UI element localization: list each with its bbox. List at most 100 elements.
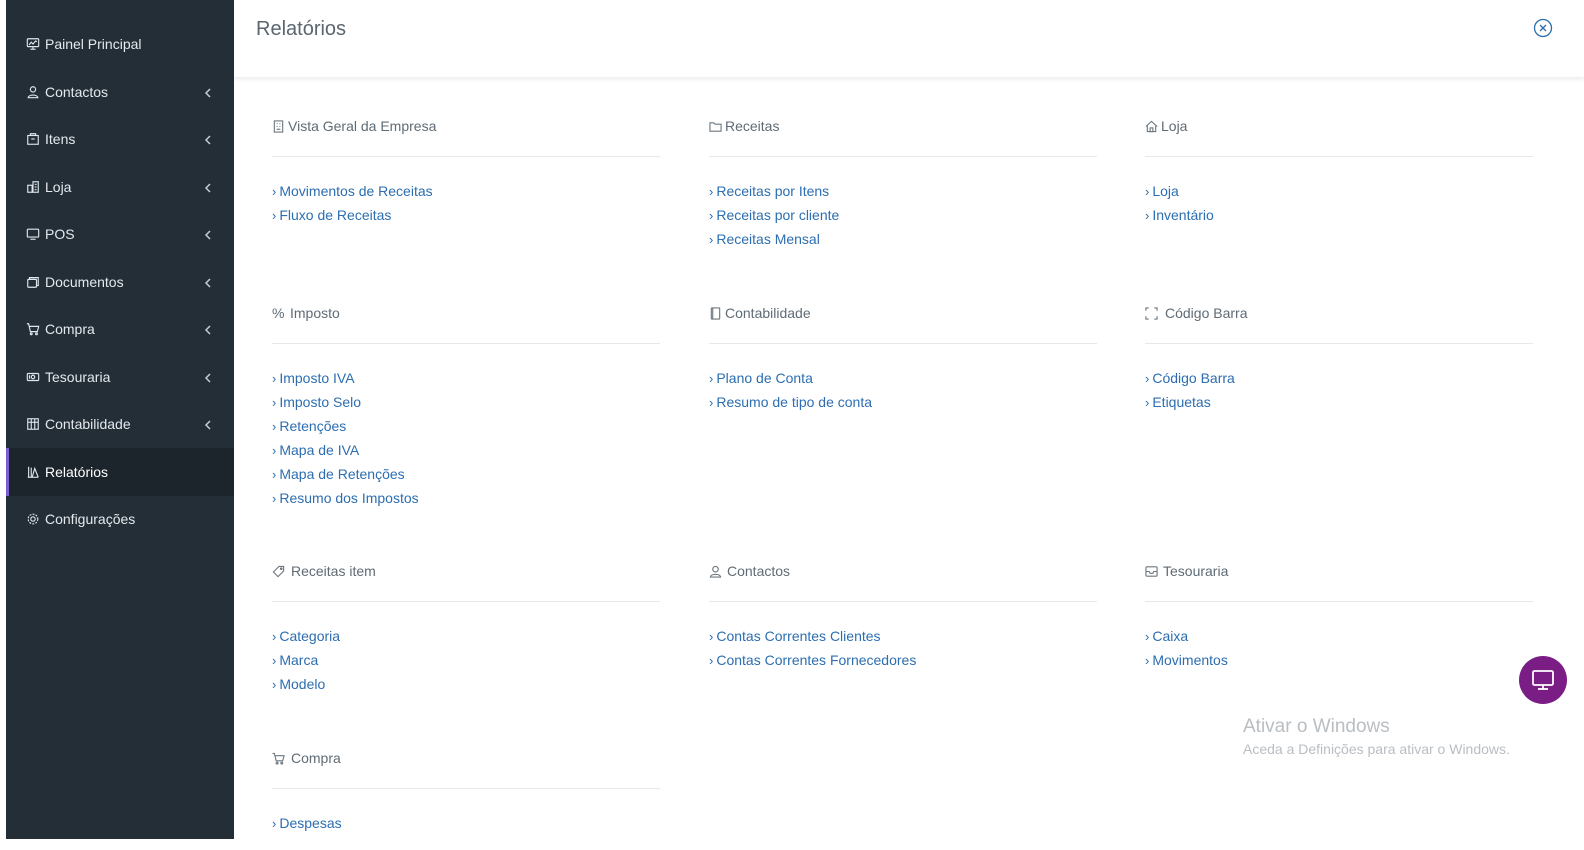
report-link[interactable]: › Plano de Conta [709,366,872,390]
report-link[interactable]: › Movimentos [1145,648,1228,672]
report-link[interactable]: › Fluxo de Receitas [272,203,433,227]
chevron-right-icon: › [709,371,714,386]
users-icon [25,84,41,100]
report-link-label: Fluxo de Receitas [279,207,392,223]
sidebar-item-label: Contactos [45,84,109,100]
reports-icon [25,464,41,480]
report-link[interactable]: › Marca [272,648,340,672]
chevron-right-icon: › [272,208,277,223]
section-header: Loja [1145,116,1187,136]
report-link[interactable]: › Despesas [272,811,342,835]
ledger-icon [25,416,41,432]
chevron-right-icon: › [272,419,277,434]
cart-icon [25,321,41,337]
report-link[interactable]: › Receitas Mensal [709,227,839,251]
link-list: › Plano de Conta › Resumo de tipo de conta [709,366,872,414]
divider [272,156,660,157]
report-link[interactable]: › Categoria [272,624,340,648]
sidebar-item-contactos[interactable]: Contactos [6,68,234,116]
report-link-label: Loja [1152,183,1179,199]
chevron-left-icon [204,275,216,288]
report-link[interactable]: › Imposto Selo [272,390,419,414]
chevron-right-icon: › [1145,208,1150,223]
sidebar-item-label: Loja [45,179,72,195]
sidebar-item-label: Itens [45,131,76,147]
report-link[interactable]: › Modelo [272,672,340,696]
header: Relatórios [234,0,1584,78]
report-link-label: Mapa de Retenções [279,466,405,482]
divider [272,788,660,789]
sidebar-item-loja[interactable]: Loja [6,163,234,211]
sidebar-item-documentos[interactable]: Documentos [6,258,234,306]
sidebar-item-tesouraria[interactable]: Tesouraria [6,353,234,401]
report-link[interactable]: › Receitas por cliente [709,203,839,227]
bottom-edge [0,839,1584,850]
monitor-icon [25,226,41,242]
chevron-right-icon: › [1145,629,1150,644]
report-link[interactable]: › Inventário [1145,203,1214,227]
cart-icon [272,751,286,765]
box-icon [25,131,41,147]
section-title: Código Barra [1165,305,1248,321]
chevron-right-icon: › [272,443,277,458]
link-list: › Contas Correntes Clientes › Contas Corre… [709,624,916,672]
report-link[interactable]: › Loja [1145,179,1214,203]
chevron-left-icon [204,417,216,430]
report-link[interactable]: › Resumo de tipo de conta [709,390,872,414]
monitor-icon[interactable] [1519,656,1567,704]
chevron-right-icon: › [1145,371,1150,386]
report-link[interactable]: › Receitas por Itens [709,179,839,203]
percent-icon: % [272,305,285,321]
report-link-label: Plano de Conta [716,370,813,386]
building-icon [272,119,286,133]
report-link[interactable]: › Imposto IVA [272,366,419,390]
sidebar: Painel Principal Contactos Itens Loja PO… [6,0,234,839]
report-link-label: Receitas Mensal [716,231,820,247]
chevron-right-icon: › [709,184,714,199]
close-icon[interactable] [1533,18,1553,38]
link-list: › Movimentos de Receitas › Fluxo de Receit… [272,179,433,227]
sidebar-item-relatorios[interactable]: Relatórios [6,448,234,496]
report-link[interactable]: › Contas Correntes Fornecedores [709,648,916,672]
sidebar-item-contabilidade[interactable]: Contabilidade [6,400,234,448]
divider [1145,343,1533,344]
section-title: Contactos [727,563,791,579]
report-link[interactable]: › Retenções [272,414,419,438]
money-icon [25,369,41,385]
section-header: Contabilidade [709,303,811,323]
sidebar-item-compra[interactable]: Compra [6,305,234,353]
sidebar-item-painel-principal[interactable]: Painel Principal [6,20,234,68]
divider [709,343,1097,344]
sidebar-item-configuracoes[interactable]: Configurações [6,495,234,543]
report-link-label: Despesas [279,815,342,831]
sidebar-item-pos[interactable]: POS [6,210,234,258]
chevron-right-icon: › [272,395,277,410]
report-link-label: Código Barra [1152,370,1235,386]
chevron-right-icon: › [272,467,277,482]
report-link[interactable]: › Caixa [1145,624,1228,648]
chevron-left-icon [204,180,216,193]
report-link[interactable]: › Contas Correntes Clientes [709,624,916,648]
link-list: › Despesas [272,811,342,835]
report-link[interactable]: › Código Barra [1145,366,1235,390]
report-link[interactable]: › Mapa de IVA [272,438,419,462]
report-link[interactable]: › Mapa de Retenções [272,462,419,486]
chevron-right-icon: › [272,653,277,668]
chevron-right-icon: › [709,395,714,410]
link-list: › Loja › Inventário [1145,179,1214,227]
section-title: Compra [291,750,341,766]
report-link-label: Imposto Selo [279,394,362,410]
report-link-label: Receitas por cliente [716,207,840,223]
sidebar-item-itens[interactable]: Itens [6,115,234,163]
report-link[interactable]: › Resumo dos Impostos [272,486,419,510]
chevron-right-icon: › [709,208,714,223]
report-link[interactable]: › Etiquetas [1145,390,1235,414]
chevron-left-icon [204,132,216,145]
divider [1145,601,1533,602]
report-link-label: Resumo dos Impostos [279,490,419,506]
windows-activation-title: Ativar o Windows [1243,716,1390,737]
inbox-icon [1145,564,1159,578]
report-link[interactable]: › Movimentos de Receitas [272,179,433,203]
chevron-left-icon [204,370,216,383]
chevron-right-icon: › [709,653,714,668]
